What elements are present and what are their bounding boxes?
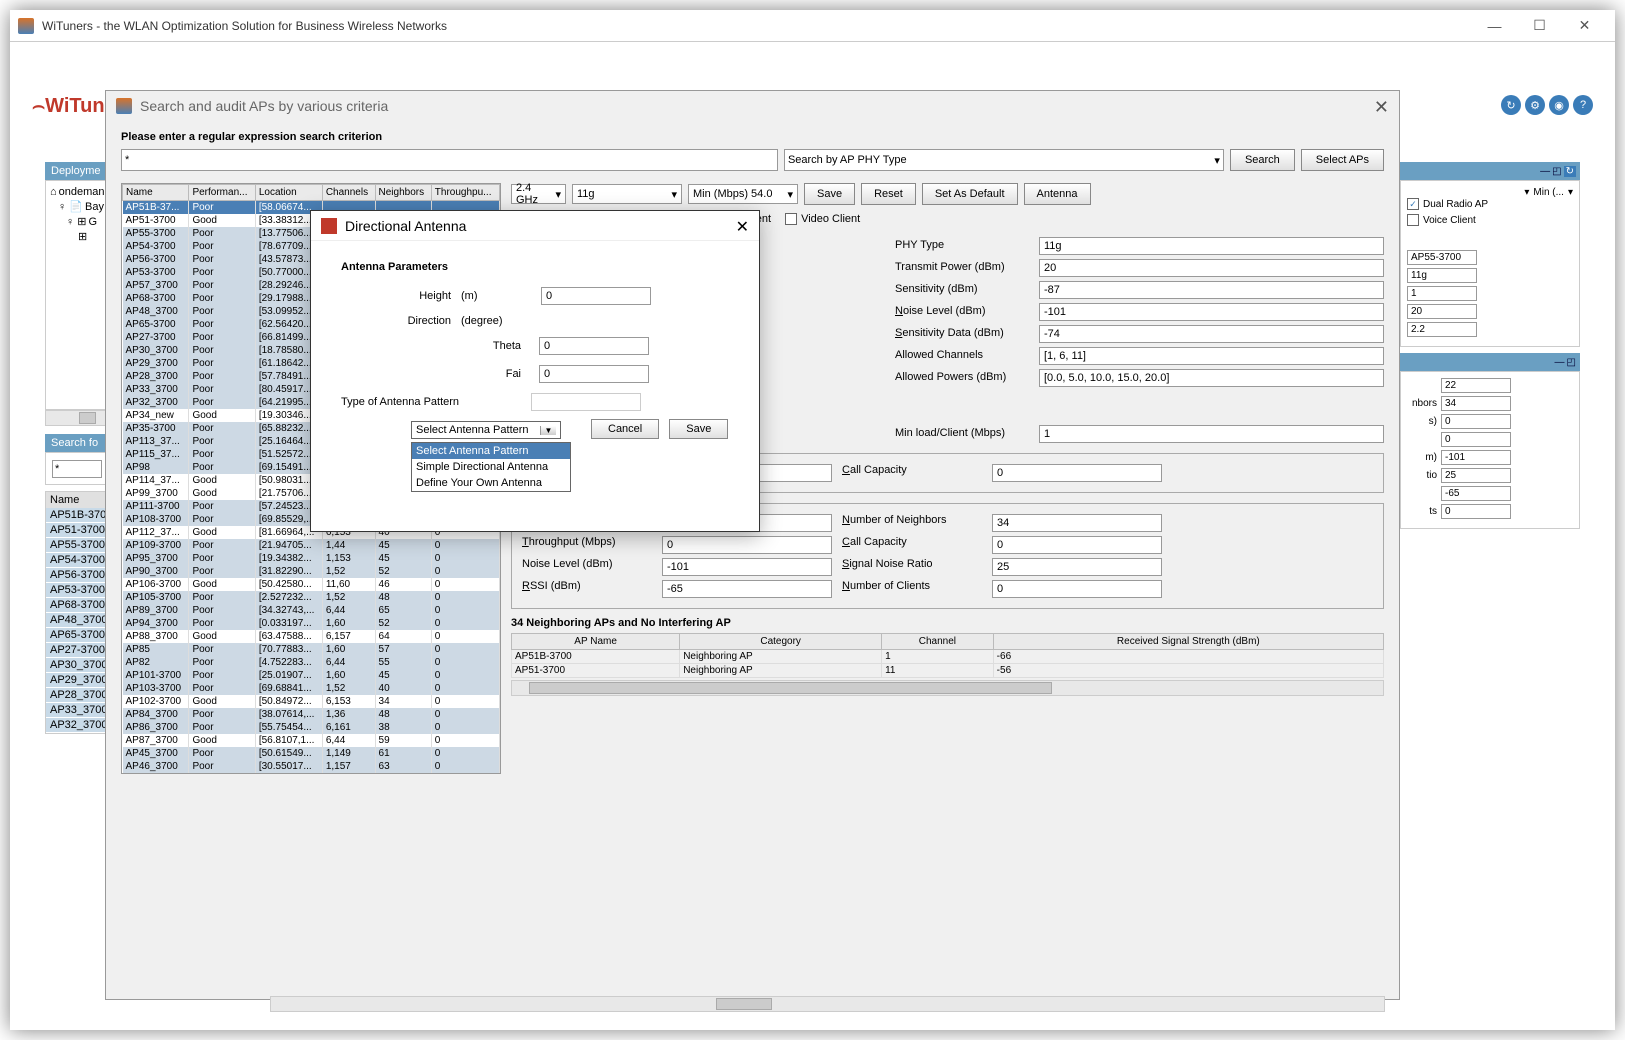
- main-title-bar: WiTuners - the WLAN Optimization Solutio…: [10, 10, 1615, 42]
- search-for-input[interactable]: [52, 460, 102, 478]
- chevron-down-icon: ▾: [1214, 154, 1220, 167]
- table-row[interactable]: AP105-3700Poor[2.527232...1,52480: [123, 591, 500, 604]
- video-client-checkbox[interactable]: Video Client: [785, 213, 860, 225]
- minimize-button[interactable]: —: [1472, 12, 1517, 40]
- option-define-own[interactable]: Define Your Own Antenna: [412, 475, 570, 491]
- table-row[interactable]: AP101-3700Poor[25.01907...1,60450: [123, 669, 500, 682]
- main-window-title: WiTuners - the WLAN Optimization Solutio…: [42, 19, 1472, 33]
- chevron-down-icon: ▼: [540, 426, 556, 435]
- neighbors-heading: 34 Neighboring APs and No Interfering AP: [511, 617, 1384, 629]
- option-select-pattern[interactable]: Select Antenna Pattern: [412, 443, 570, 459]
- gear-icon[interactable]: ⚙: [1525, 95, 1545, 115]
- table-row[interactable]: AP95_3700Poor[19.34382...1,153450: [123, 552, 500, 565]
- directional-antenna-dialog: Directional Antenna ✕ Antenna Parameters…: [310, 210, 760, 532]
- search-button[interactable]: Search: [1230, 149, 1295, 171]
- phy-type-field[interactable]: 11g: [1039, 237, 1384, 255]
- column-header[interactable]: Name: [123, 185, 189, 201]
- antenna-icon: [321, 218, 337, 234]
- table-row[interactable]: AP103-3700Poor[69.68841...1,52400: [123, 682, 500, 695]
- column-header[interactable]: Received Signal Strength (dBm): [993, 634, 1383, 650]
- pattern-display: [531, 393, 641, 411]
- column-header[interactable]: Neighbors: [375, 185, 431, 201]
- min-load-field[interactable]: 1: [1039, 425, 1384, 443]
- cap-call: 0: [992, 464, 1162, 482]
- column-header[interactable]: Channels: [322, 185, 375, 201]
- sensitivity-data-field[interactable]: -74: [1039, 325, 1384, 343]
- maximize-button[interactable]: ☐: [1517, 12, 1562, 40]
- table-row[interactable]: AP84_3700Poor[38.07614,...1,36480: [123, 708, 500, 721]
- min-mbps-select[interactable]: Min (Mbps) 54.0▾: [688, 184, 798, 204]
- phy-select[interactable]: 11g▾: [572, 184, 682, 204]
- logo: ⌢WiTune: [32, 95, 116, 118]
- table-row[interactable]: AP88_3700Good[63.47588...6,157640: [123, 630, 500, 643]
- search-regex-input[interactable]: [121, 149, 778, 171]
- table-row[interactable]: AP82Poor[4.752283...6,44550: [123, 656, 500, 669]
- search-dialog-title: Search and audit APs by various criteria: [140, 98, 388, 114]
- antenna-cancel-button[interactable]: Cancel: [591, 419, 659, 439]
- table-row[interactable]: AP94_3700Poor[0.033197...1,60520: [123, 617, 500, 630]
- antenna-fai-input[interactable]: [539, 365, 649, 383]
- rm-voice-client-checkbox[interactable]: Voice Client: [1407, 214, 1573, 226]
- bottom-scrollbar[interactable]: [270, 996, 1385, 1012]
- table-row[interactable]: AP46_3700Poor[30.55017...1,157630: [123, 760, 500, 773]
- table-row[interactable]: AP106-3700Good[50.42580...11,60460: [123, 578, 500, 591]
- table-row[interactable]: AP51B-3700Neighboring AP1-66: [512, 650, 1384, 664]
- antenna-close-icon[interactable]: ✕: [736, 217, 749, 237]
- table-row[interactable]: AP89_3700Poor[34.32743,...6,44650: [123, 604, 500, 617]
- tx-power-field[interactable]: 20: [1039, 259, 1384, 277]
- toolbar-icons: ↻ ⚙ ◉ ?: [1501, 95, 1593, 115]
- table-row[interactable]: AP102-3700Good[50.84972...6,153340: [123, 695, 500, 708]
- column-header[interactable]: Throughpu...: [431, 185, 499, 201]
- help-icon[interactable]: ?: [1573, 95, 1593, 115]
- dialog-close-icon[interactable]: ✕: [1374, 97, 1389, 118]
- search-prompt-label: Please enter a regular expression search…: [121, 131, 1384, 143]
- antenna-button[interactable]: Antenna: [1024, 183, 1091, 205]
- sensitivity-field[interactable]: -87: [1039, 281, 1384, 299]
- column-header[interactable]: AP Name: [512, 634, 680, 650]
- rm-dual-radio-checkbox[interactable]: Dual Radio AP: [1407, 198, 1573, 210]
- antenna-pattern-options[interactable]: Select Antenna Pattern Simple Directiona…: [411, 442, 571, 492]
- table-row[interactable]: AP86_3700Poor[55.75454...6,161380: [123, 721, 500, 734]
- refresh-icon[interactable]: ↻: [1501, 95, 1521, 115]
- reset-button[interactable]: Reset: [861, 183, 916, 205]
- column-header[interactable]: Location: [255, 185, 322, 201]
- column-header[interactable]: Performan...: [189, 185, 255, 201]
- right-panel-header: —◰↻: [1400, 162, 1580, 180]
- table-row[interactable]: AP109-3700Poor[21.94705...1,44450: [123, 539, 500, 552]
- table-row[interactable]: AP51-3700Neighboring AP11-56: [512, 664, 1384, 678]
- antenna-height-input[interactable]: [541, 287, 651, 305]
- select-aps-button[interactable]: Select APs: [1301, 149, 1384, 171]
- table-row[interactable]: AP90_3700Poor[31.82290...1,52520: [123, 565, 500, 578]
- table-row[interactable]: AP45_3700Poor[50.61549...1,149610: [123, 747, 500, 760]
- noise-level-field[interactable]: -101: [1039, 303, 1384, 321]
- search-criteria-dropdown[interactable]: Search by AP PHY Type▾: [784, 149, 1224, 171]
- column-header[interactable]: Channel: [882, 634, 994, 650]
- right-panel2-header: —◰: [1400, 353, 1580, 371]
- java-icon: [18, 18, 34, 34]
- table-row[interactable]: AP85Poor[70.77883...1,60570: [123, 643, 500, 656]
- antenna-pattern-dropdown[interactable]: Select Antenna Pattern ▼ Select Antenna …: [411, 421, 561, 439]
- save-button[interactable]: Save: [804, 183, 855, 205]
- option-simple-directional[interactable]: Simple Directional Antenna: [412, 459, 570, 475]
- java-icon: [116, 98, 132, 114]
- table-row[interactable]: AP87_3700Good[56.8107,1...6,44590: [123, 734, 500, 747]
- allowed-channels-field[interactable]: [1, 6, 11]: [1039, 347, 1384, 365]
- close-button[interactable]: ✕: [1562, 12, 1607, 40]
- allowed-powers-field[interactable]: [0.0, 5.0, 10.0, 15.0, 20.0]: [1039, 369, 1384, 387]
- antenna-save-button[interactable]: Save: [669, 419, 728, 439]
- antenna-theta-input[interactable]: [539, 337, 649, 355]
- stop-icon[interactable]: ◉: [1549, 95, 1569, 115]
- band-select[interactable]: 2.4 GHz▾: [511, 184, 566, 204]
- antenna-dialog-title: Directional Antenna: [345, 218, 466, 234]
- set-default-button[interactable]: Set As Default: [922, 183, 1018, 205]
- neighbors-table[interactable]: AP NameCategoryChannelReceived Signal St…: [511, 633, 1384, 678]
- column-header[interactable]: Category: [680, 634, 882, 650]
- scrollbar[interactable]: [511, 680, 1384, 696]
